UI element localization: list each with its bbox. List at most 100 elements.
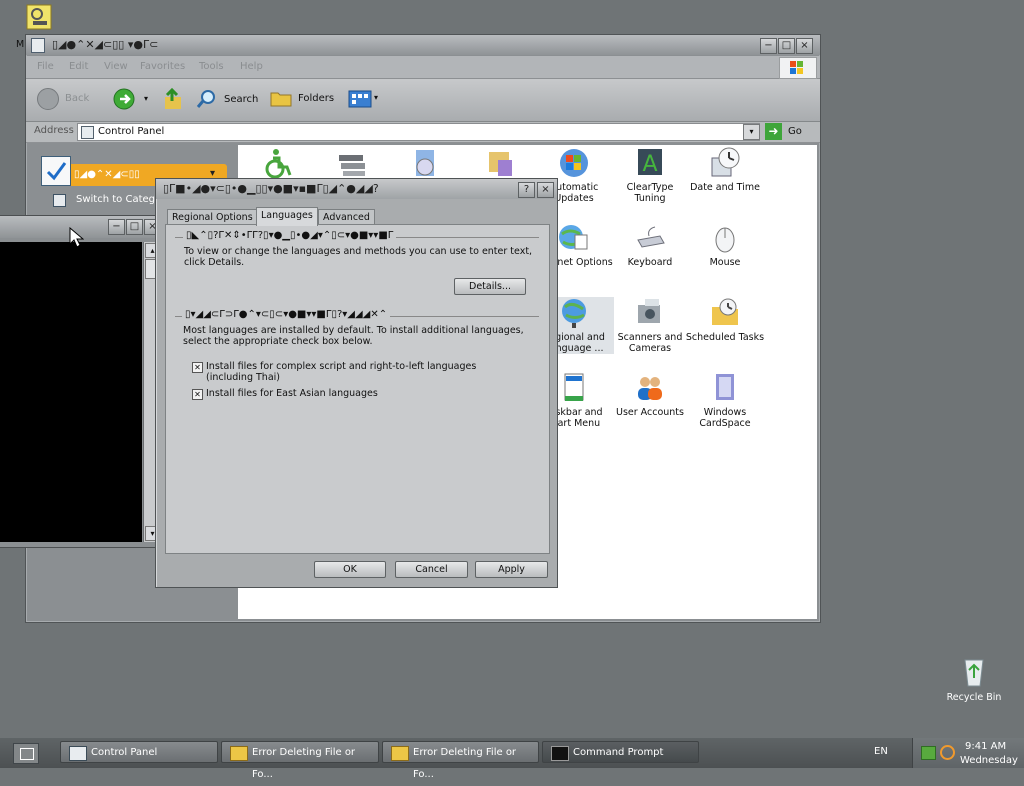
cp-item-label: ClearType Tuning	[626, 182, 674, 204]
cp-item-label: User Accounts	[616, 407, 684, 418]
forward-button[interactable]: ▾	[113, 88, 148, 110]
cp-item-accessibility[interactable]	[238, 147, 318, 182]
help-button[interactable]: ?	[518, 182, 535, 198]
folders-button[interactable]: Folders	[270, 88, 338, 110]
dialog-titlebar[interactable]: ▯Γ■•◢●▾⊂▯•●▁▯▯▾●■▾▪■Γ▯◢⌃●◢◢? ? ×	[156, 179, 557, 199]
console-output[interactable]	[0, 242, 142, 542]
tab-regional-options[interactable]: Regional Options	[167, 209, 258, 225]
cp-item-mouse[interactable]: Mouse	[685, 222, 765, 268]
folder-icon	[270, 92, 292, 107]
command-prompt-window[interactable]: − □ × ▴ ▾	[0, 215, 162, 548]
cp-item-label: Mouse	[709, 257, 741, 268]
taskbar-error-2[interactable]: Error Deleting File or Fo...	[382, 741, 539, 780]
cp-item-cardspace[interactable]: Windows CardSpace	[685, 372, 765, 429]
minimize-button[interactable]: −	[108, 219, 125, 235]
complex-script-label: Install files for complex script and rig…	[206, 361, 477, 383]
cancel-button[interactable]: Cancel	[395, 561, 468, 578]
system-tray: 9:41 AM Wednesday	[912, 738, 1024, 768]
up-folder-icon	[165, 87, 181, 109]
sidebar-title: ▯◢●⌃✕◢⊂▯▯	[74, 169, 140, 180]
switch-view-icon	[53, 194, 66, 207]
search-label: Search	[224, 94, 259, 105]
supplemental-language-group: ▯▾◢◢⊂Γ⊃Γ●⌃▾⊂▯⊂▾●■▾▾■Γ▯?▾◢◢◢✕⌃ Most langu…	[175, 309, 539, 400]
menu-help[interactable]: Help	[240, 61, 263, 72]
go-label: Go	[788, 126, 802, 137]
cp-item-label: Date and Time	[690, 182, 760, 193]
menu-view[interactable]: View	[104, 61, 128, 72]
window-title: ▯◢●⌃✕◢⊂▯▯ ▾●Γ⊂	[52, 38, 159, 51]
address-dropdown-button[interactable]: ▾	[743, 124, 760, 140]
languages-tab-panel: ▯◣⌃▯?Γ✕⇕•ΓΓ?▯▾●▁▯•●◢▾⌃▯⊂▾●■▾▾■Γ To view …	[165, 224, 550, 554]
back-icon	[37, 88, 59, 110]
recycle-bin[interactable]: Recycle Bin	[940, 656, 1008, 703]
taskbar-error-1[interactable]: Error Deleting File or Fo...	[221, 741, 379, 780]
windows-flag-icon	[560, 149, 588, 177]
control-panel-titlebar[interactable]: ▯◢●⌃✕◢⊂▯▯ ▾●Γ⊂ − □ ×	[26, 35, 820, 55]
up-folder-button[interactable]	[162, 87, 186, 111]
regional-language-dialog[interactable]: ▯Γ■•◢●▾⊂▯•●▁▯▯▾●■▾▪■Γ▯◢⌃●◢◢? ? × Regiona…	[155, 178, 558, 588]
complex-script-checkbox[interactable]: ✕	[192, 362, 203, 373]
close-button[interactable]: ×	[796, 38, 813, 54]
ok-button[interactable]: OK	[314, 561, 386, 578]
network-tray-icon[interactable]	[921, 746, 936, 760]
east-asian-checkbox[interactable]: ✕	[192, 389, 203, 400]
cp-item-cleartype[interactable]: A ClearType Tuning	[610, 147, 690, 204]
cp-item-keyboard[interactable]: Keyboard	[610, 222, 690, 268]
administrative-tools-icon	[489, 152, 512, 176]
menu-tools[interactable]: Tools	[199, 61, 224, 72]
cp-item-hardware[interactable]	[312, 147, 392, 182]
command-prompt-icon	[551, 746, 569, 761]
group2-title: ▯▾◢◢⊂Γ⊃Γ●⌃▾⊂▯⊂▾●■▾▾■Γ▯?▾◢◢◢✕⌃	[182, 309, 391, 320]
start-grid-icon	[20, 748, 34, 760]
menu-favorites[interactable]: Favorites	[140, 61, 185, 72]
taskbar-button-label: Error Deleting File or Fo...	[252, 747, 356, 780]
mouse-cursor-icon	[69, 227, 84, 248]
cp-item-scheduled-tasks[interactable]: Scheduled Tasks	[685, 297, 765, 343]
go-button[interactable]: ➜ Go	[765, 123, 805, 141]
keyboard-icon	[637, 226, 665, 248]
menu-file[interactable]: File	[37, 61, 54, 72]
cp-item-date-time[interactable]: Date and Time	[685, 147, 765, 193]
address-label: Address	[34, 125, 74, 136]
search-tray-icon[interactable]	[940, 745, 955, 760]
forward-icon	[113, 88, 135, 110]
menu-edit[interactable]: Edit	[69, 61, 88, 72]
details-button[interactable]: Details...	[454, 278, 526, 295]
cp-item-user-accounts[interactable]: User Accounts	[610, 372, 690, 418]
language-indicator[interactable]: EN	[874, 746, 888, 757]
taskbar-control-panel[interactable]: Control Panel	[60, 741, 218, 763]
folder-icon	[391, 746, 409, 761]
recycle-bin-label: Recycle Bin	[946, 692, 1002, 703]
close-button[interactable]: ×	[537, 182, 554, 198]
apply-button[interactable]: Apply	[475, 561, 548, 578]
svg-text:A: A	[642, 152, 657, 177]
start-button[interactable]	[13, 743, 39, 764]
tab-languages[interactable]: Languages	[256, 207, 318, 226]
folder-clock-icon	[712, 298, 738, 325]
cp-item-admin-tools[interactable]	[460, 147, 540, 182]
tab-advanced[interactable]: Advanced	[318, 209, 375, 225]
maximize-button[interactable]: □	[778, 38, 795, 54]
group2-text: Most languages are installed by default.…	[183, 325, 524, 347]
back-button[interactable]: Back	[37, 88, 109, 110]
globe-icon	[562, 299, 586, 328]
control-panel-large-icon	[41, 156, 71, 186]
cp-item-programs[interactable]	[386, 147, 466, 182]
maximize-button[interactable]: □	[126, 219, 143, 235]
text-services-group: ▯◣⌃▯?Γ✕⇕•ΓΓ?▯▾●▁▯•●◢▾⌃▯⊂▾●■▾▾■Γ To view …	[175, 230, 539, 298]
dialog-title: ▯Γ■•◢●▾⊂▯•●▁▯▯▾●■▾▪■Γ▯◢⌃●◢◢?	[163, 182, 379, 195]
minimize-button[interactable]: −	[760, 38, 777, 54]
cp-item-scanners[interactable]: Scanners and Cameras	[610, 297, 690, 354]
search-button[interactable]: Search	[196, 89, 260, 109]
desktop-icon-top[interactable]: M	[16, 4, 56, 50]
window-icon	[31, 38, 45, 53]
windows-logo-icon	[779, 57, 817, 79]
taskbar-command-prompt[interactable]: Command Prompt	[542, 741, 699, 763]
address-input[interactable]: Control Panel	[77, 123, 760, 141]
clock-day: Wednesday	[960, 755, 1018, 766]
mouse-icon	[715, 227, 735, 253]
views-button[interactable]: ▾	[348, 90, 382, 108]
east-asian-label: Install files for East Asian languages	[206, 388, 378, 399]
cp-item-label: Scheduled Tasks	[685, 332, 765, 343]
taskbar-icon	[564, 373, 584, 401]
